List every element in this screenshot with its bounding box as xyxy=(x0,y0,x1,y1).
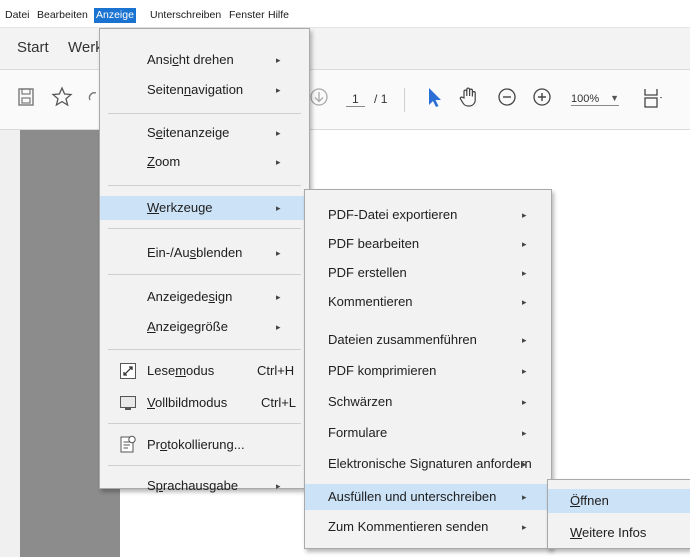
menu-item-oeffnen[interactable]: Öffnen xyxy=(548,489,690,513)
zoom-level-value: 100% xyxy=(571,93,600,105)
chevron-right-icon: ▸ xyxy=(522,522,527,532)
chevron-right-icon: ▸ xyxy=(522,297,527,307)
star-icon[interactable] xyxy=(49,84,75,110)
menu-separator xyxy=(108,349,301,350)
menu-item-pdf-exportieren[interactable]: PDF-Datei exportieren ▸ xyxy=(305,204,551,226)
shortcut-label: Ctrl+H xyxy=(257,363,295,378)
chevron-right-icon: ▸ xyxy=(276,55,281,65)
read-mode-icon xyxy=(120,363,136,379)
menu-item-seitennavigation[interactable]: Seitennavigation ▸ xyxy=(100,79,309,101)
menu-separator xyxy=(108,465,301,466)
log-icon xyxy=(120,435,136,453)
chevron-right-icon: ▸ xyxy=(276,85,281,95)
save-icon[interactable] xyxy=(13,84,39,110)
shortcut-label: Ctrl+L xyxy=(261,395,297,410)
anzeige-menu: Ansicht drehen ▸ Seitennavigation ▸ Seit… xyxy=(99,28,310,493)
menu-bar: Datei Bearbeiten Anzeige Unterschreiben … xyxy=(0,0,690,28)
chevron-right-icon: ▸ xyxy=(276,322,281,332)
left-panel xyxy=(0,130,20,557)
zoom-level-dropdown[interactable]: 100% ▼ xyxy=(571,93,619,106)
chevron-right-icon: ▸ xyxy=(276,481,281,491)
chevron-right-icon: ▸ xyxy=(276,292,281,302)
page-indicator: 1 / 1 xyxy=(346,92,388,107)
menu-item-protokollierung[interactable]: Protokollierung... xyxy=(100,434,309,456)
menu-hilfe[interactable]: Hilfe xyxy=(266,9,291,22)
menu-anzeige[interactable]: Anzeige xyxy=(94,8,136,23)
menu-separator xyxy=(108,113,301,114)
chevron-right-icon: ▸ xyxy=(522,492,527,502)
menu-item-werkzeuge[interactable]: Werkzeuge ▸ xyxy=(100,196,309,220)
zoom-out-icon[interactable] xyxy=(494,84,520,110)
menu-separator xyxy=(108,185,301,186)
chevron-right-icon: ▸ xyxy=(522,459,527,469)
toolbar-divider xyxy=(404,88,405,112)
werkzeuge-submenu: PDF-Datei exportieren ▸ PDF bearbeiten ▸… xyxy=(304,189,552,549)
menu-item-anzeigedesign[interactable]: Anzeigedesign ▸ xyxy=(100,286,309,308)
menu-item-ansicht-drehen[interactable]: Ansicht drehen ▸ xyxy=(100,49,309,71)
menu-item-ausfuellen-unterschreiben[interactable]: Ausfüllen und unterschreiben ▸ xyxy=(305,484,551,510)
menu-item-zum-kommentieren-senden[interactable]: Zum Kommentieren senden ▸ xyxy=(305,516,551,538)
menu-separator xyxy=(108,423,301,424)
tab-werkzeuge[interactable]: Werk xyxy=(68,39,103,56)
menu-item-zoom[interactable]: Zoom ▸ xyxy=(100,151,309,173)
menu-item-ein-ausblenden[interactable]: Ein-/Ausblenden ▸ xyxy=(100,242,309,264)
chevron-right-icon: ▸ xyxy=(522,428,527,438)
chevron-right-icon: ▸ xyxy=(276,128,281,138)
page-total: / 1 xyxy=(374,92,388,106)
menu-item-pdf-komprimieren[interactable]: PDF komprimieren ▸ xyxy=(305,360,551,382)
zoom-in-icon[interactable] xyxy=(529,84,555,110)
menu-item-sprachausgabe[interactable]: Sprachausgabe ▸ xyxy=(100,475,309,497)
menu-item-elektronische-signaturen[interactable]: Elektronische Signaturen anfordern ▸ xyxy=(305,453,551,475)
menu-item-anzeigegroesse[interactable]: Anzeigegröße ▸ xyxy=(100,316,309,338)
hand-tool-icon[interactable] xyxy=(456,84,482,110)
menu-bearbeiten[interactable]: Bearbeiten xyxy=(35,9,90,22)
page-fit-icon[interactable] xyxy=(638,84,664,110)
menu-item-lesemodus[interactable]: Lesemodus Ctrl+H xyxy=(100,360,309,382)
menu-datei[interactable]: Datei xyxy=(3,9,32,22)
menu-item-formulare[interactable]: Formulare ▸ xyxy=(305,422,551,444)
menu-item-kommentieren[interactable]: Kommentieren ▸ xyxy=(305,291,551,313)
menu-item-pdf-bearbeiten[interactable]: PDF bearbeiten ▸ xyxy=(305,233,551,255)
ausfuellen-submenu: Öffnen Weitere Infos xyxy=(547,479,690,549)
menu-separator xyxy=(108,274,301,275)
menu-item-schwaerzen[interactable]: Schwärzen ▸ xyxy=(305,391,551,413)
menu-item-dateien-zusammenfuehren[interactable]: Dateien zusammenführen ▸ xyxy=(305,329,551,351)
menu-item-weitere-infos[interactable]: Weitere Infos xyxy=(548,522,690,544)
chevron-right-icon: ▸ xyxy=(276,203,281,213)
fullscreen-icon xyxy=(120,396,136,410)
select-cursor-icon[interactable] xyxy=(420,84,446,110)
menu-fenster[interactable]: Fenster xyxy=(227,9,267,22)
chevron-right-icon: ▸ xyxy=(522,366,527,376)
chevron-right-icon: ▸ xyxy=(522,397,527,407)
tab-start[interactable]: Start xyxy=(17,39,49,56)
menu-separator xyxy=(108,228,301,229)
menu-item-vollbildmodus[interactable]: Vollbildmodus Ctrl+L xyxy=(100,392,309,414)
chevron-right-icon: ▸ xyxy=(522,268,527,278)
chevron-right-icon: ▸ xyxy=(522,210,527,220)
chevron-right-icon: ▸ xyxy=(276,157,281,167)
menu-item-pdf-erstellen[interactable]: PDF erstellen ▸ xyxy=(305,262,551,284)
chevron-right-icon: ▸ xyxy=(522,335,527,345)
page-number-input[interactable]: 1 xyxy=(346,92,365,107)
chevron-down-icon: ▼ xyxy=(610,93,619,103)
menu-unterschreiben[interactable]: Unterschreiben xyxy=(148,9,223,22)
chevron-right-icon: ▸ xyxy=(276,248,281,258)
menu-item-seitenanzeige[interactable]: Seitenanzeige ▸ xyxy=(100,122,309,144)
chevron-right-icon: ▸ xyxy=(522,239,527,249)
